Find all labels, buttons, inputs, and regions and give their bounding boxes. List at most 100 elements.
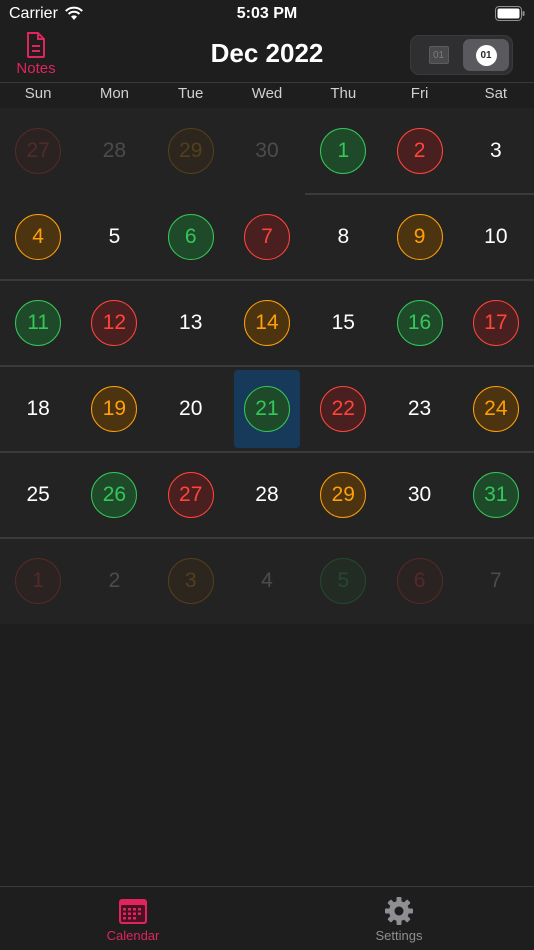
day-cell[interactable]: 24 — [458, 366, 534, 452]
day-cell[interactable]: 7 — [229, 194, 305, 280]
day-cell[interactable]: 27 — [0, 108, 76, 194]
day-cell[interactable]: 12 — [76, 280, 152, 366]
day-cell[interactable]: 14 — [229, 280, 305, 366]
tab-calendar[interactable]: Calendar — [83, 897, 183, 947]
day-cell[interactable]: 4 — [229, 538, 305, 624]
day-cell[interactable]: 27 — [153, 452, 229, 538]
tab-calendar-label: Calendar — [106, 928, 160, 943]
day-number: 13 — [179, 311, 203, 334]
day-cell[interactable]: 1 — [0, 538, 76, 624]
day-cell[interactable]: 18 — [0, 366, 76, 452]
day-cell[interactable]: 26 — [76, 452, 152, 538]
day-number: 1 — [320, 128, 367, 174]
gear-icon — [385, 897, 413, 925]
circle-day-icon: 01 — [475, 44, 497, 66]
weekday-label: Tue — [178, 85, 204, 102]
day-cell[interactable]: 29 — [153, 108, 229, 194]
day-cell[interactable]: 25 — [0, 452, 76, 538]
day-number: 30 — [407, 483, 432, 506]
day-number: 29 — [320, 472, 367, 518]
day-number: 14 — [243, 300, 290, 346]
day-cell[interactable]: 17 — [458, 280, 534, 366]
status-time: 5:03 PM — [236, 5, 298, 22]
weekday-label: Mon — [99, 85, 130, 102]
day-number: 2 — [108, 569, 121, 592]
weekday-label: Wed — [251, 85, 283, 102]
day-cell[interactable]: 16 — [381, 280, 457, 366]
day-cell[interactable]: 6 — [381, 538, 457, 624]
day-number: 27 — [167, 472, 214, 518]
status-bar: Carrier 5:03 PM — [0, 0, 534, 28]
header-divider — [0, 82, 534, 83]
day-number: 11 — [15, 300, 62, 346]
day-cell[interactable]: 31 — [458, 452, 534, 538]
day-number: 4 — [15, 214, 62, 260]
day-cell[interactable]: 1 — [305, 108, 381, 194]
day-cell[interactable]: 5 — [76, 194, 152, 280]
day-cell[interactable]: 2 — [381, 108, 457, 194]
day-number: 6 — [396, 558, 443, 604]
day-number: 22 — [320, 386, 367, 432]
day-number: 1 — [15, 558, 62, 604]
day-number: 7 — [490, 569, 502, 592]
tab-settings[interactable]: Settings — [349, 897, 449, 947]
day-cell[interactable]: 19 — [76, 366, 152, 452]
day-cell[interactable]: 20 — [153, 366, 229, 452]
day-number: 17 — [472, 300, 519, 346]
day-cell[interactable]: 11 — [0, 280, 76, 366]
day-number: 3 — [167, 558, 214, 604]
day-cell[interactable]: 29 — [305, 452, 381, 538]
week-row: 11 12 13 14 15 16 17 — [0, 280, 534, 366]
day-number: 20 — [179, 397, 203, 420]
day-number: 25 — [26, 483, 50, 506]
day-cell[interactable]: 23 — [381, 366, 457, 452]
day-number: 30 — [255, 139, 279, 162]
day-cell[interactable]: 10 — [458, 194, 534, 280]
day-cell[interactable]: 7 — [458, 538, 534, 624]
day-cell[interactable]: 22 — [305, 366, 381, 452]
square-view-option[interactable]: 01 — [414, 39, 463, 71]
day-number: 6 — [167, 214, 214, 260]
day-number: 15 — [331, 311, 355, 334]
day-number: 8 — [337, 225, 350, 248]
weekday-header: Sun Mon Tue Wed Thu Fri Sat — [0, 85, 534, 107]
circle-view-option[interactable]: 01 — [463, 39, 509, 71]
day-cell[interactable]: 6 — [153, 194, 229, 280]
day-cell[interactable]: 9 — [381, 194, 457, 280]
day-cell[interactable]: 28 — [76, 108, 152, 194]
day-cell[interactable]: 8 — [305, 194, 381, 280]
weekday-label: Fri — [410, 85, 429, 102]
day-cell[interactable]: 13 — [153, 280, 229, 366]
weekday-label: Sun — [24, 85, 52, 102]
week-row: 1 2 3 4 56 7 — [0, 538, 534, 624]
view-mode-toggle[interactable]: 01 01 — [410, 35, 513, 75]
week-row: 25 26 27 28 29 30 31 — [0, 452, 534, 538]
week-row: 18 19 20 21 22 23 24 — [0, 366, 534, 452]
day-number: 5 — [108, 225, 121, 248]
day-number: 28 — [255, 483, 279, 506]
day-cell[interactable]: 15 — [305, 280, 381, 366]
day-number: 21 — [243, 386, 290, 432]
day-cell[interactable]: 28 — [229, 452, 305, 538]
day-number: 26 — [91, 472, 138, 518]
day-number: 29 — [167, 128, 214, 174]
day-cell[interactable]: 3 — [153, 538, 229, 624]
day-cell[interactable]: 3 — [458, 108, 534, 194]
day-cell[interactable]: 4 — [0, 194, 76, 280]
day-cell-today[interactable]: 21 — [229, 366, 305, 452]
tab-settings-label: Settings — [375, 928, 423, 943]
day-number: 27 — [15, 128, 62, 174]
calendar-grid: 27 28 29 30 1 2 3 4 5 6 7 8 9 10 11 12 13 14 15 16 17 18 19 20 2… — [0, 108, 534, 624]
calendar-icon — [119, 899, 147, 924]
day-cell[interactable]: 2 — [76, 538, 152, 624]
tab-bar: Calendar Settings — [0, 887, 534, 950]
day-number: 18 — [26, 397, 50, 420]
day-number: 2 — [396, 128, 443, 174]
day-cell[interactable]: 30 — [381, 452, 457, 538]
week-row: 27 28 29 30 1 2 3 — [0, 108, 534, 194]
weekday-label: Thu — [330, 85, 357, 102]
day-cell[interactable]: 5 — [305, 538, 381, 624]
day-number: 12 — [91, 300, 138, 346]
battery-icon — [495, 6, 525, 21]
day-cell[interactable]: 30 — [229, 108, 305, 194]
